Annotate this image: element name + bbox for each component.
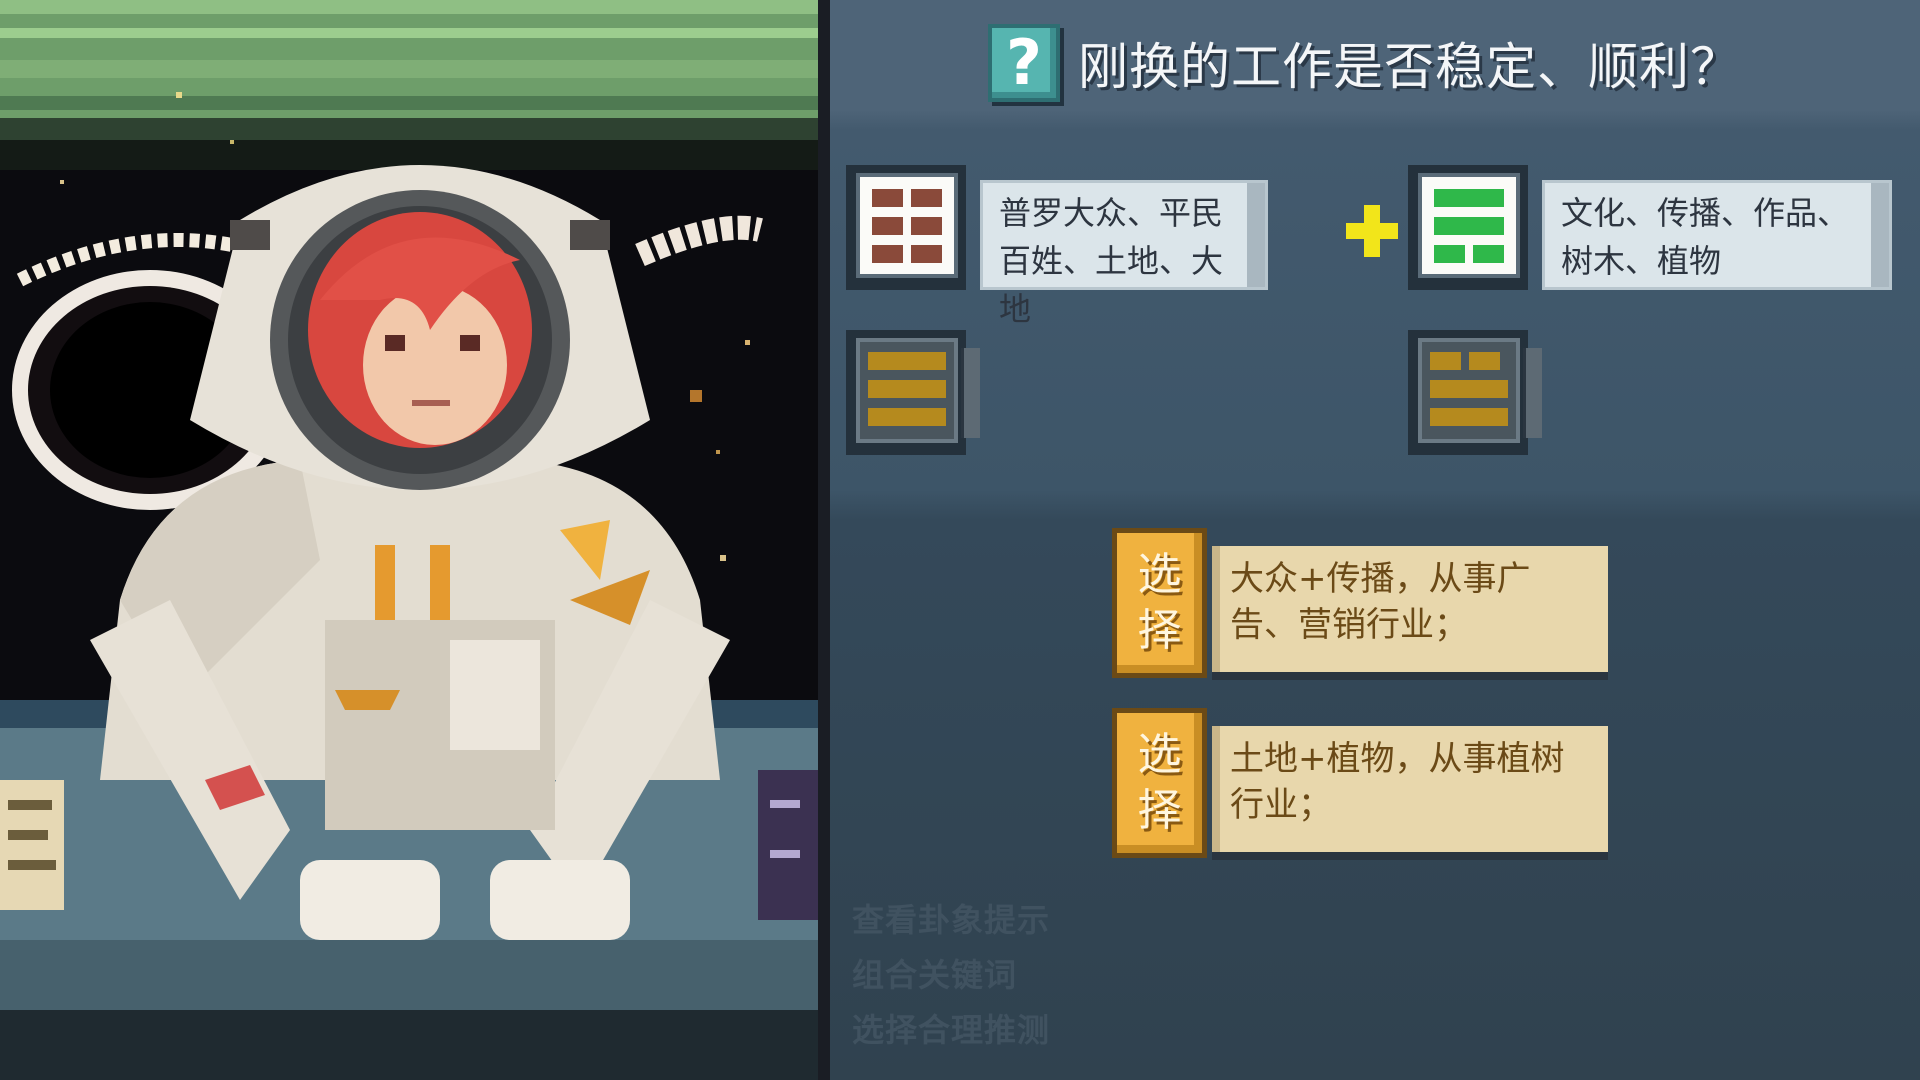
select-button[interactable]: 选 择 <box>1112 528 1207 678</box>
hint-view-hexagram: 查看卦象提示 <box>852 901 1051 939</box>
xun-keywords: 文化、传播、作品、树木、植物 <box>1542 180 1892 290</box>
select-button[interactable]: 选 择 <box>1112 708 1207 858</box>
lower-right-trigram-icon <box>1408 330 1542 455</box>
option-text[interactable]: 大众+传播，从事广告、营销行业； <box>1212 546 1608 672</box>
hint-combine-keywords: 组合关键词 <box>852 956 1018 994</box>
question-mark-icon: ? <box>988 24 1060 102</box>
select-button-label-bottom: 择 <box>1137 605 1182 656</box>
select-button-label-top: 选 <box>1137 549 1182 600</box>
hint-choose-guess: 选择合理推测 <box>852 1011 1051 1049</box>
divination-panel: ? 刚换的工作是否稳定、顺利？ 普罗大众、平民百姓、土地、大地 文化、传播、作品… <box>830 0 1920 1080</box>
xun-trigram-icon <box>1408 165 1528 290</box>
xun-keywords-text: 文化、传播、作品、树木、植物 <box>1561 194 1850 280</box>
plus-icon <box>1346 205 1398 257</box>
select-button-label-top: 选 <box>1137 729 1182 780</box>
kun-keywords-text: 普罗大众、平民百姓、土地、大地 <box>999 194 1224 328</box>
lower-left-trigram-icon <box>846 330 980 455</box>
kun-keywords: 普罗大众、平民百姓、土地、大地 <box>980 180 1268 328</box>
option-tree-planting[interactable]: 选 择 土地+植物，从事植树行业； <box>1112 708 1608 858</box>
game-scene <box>0 0 818 1080</box>
question-header: ? 刚换的工作是否稳定、顺利？ <box>988 22 1741 104</box>
select-button-label-bottom: 择 <box>1137 785 1182 836</box>
option-text[interactable]: 土地+植物，从事植树行业； <box>1212 726 1608 852</box>
panel-divider <box>818 0 830 1080</box>
astronaut-scene-art <box>0 0 818 1080</box>
option-advertising[interactable]: 选 择 大众+传播，从事广告、营销行业； <box>1112 528 1608 678</box>
question-text: 刚换的工作是否稳定、顺利？ <box>1078 38 1741 96</box>
kun-trigram-icon <box>846 165 966 290</box>
